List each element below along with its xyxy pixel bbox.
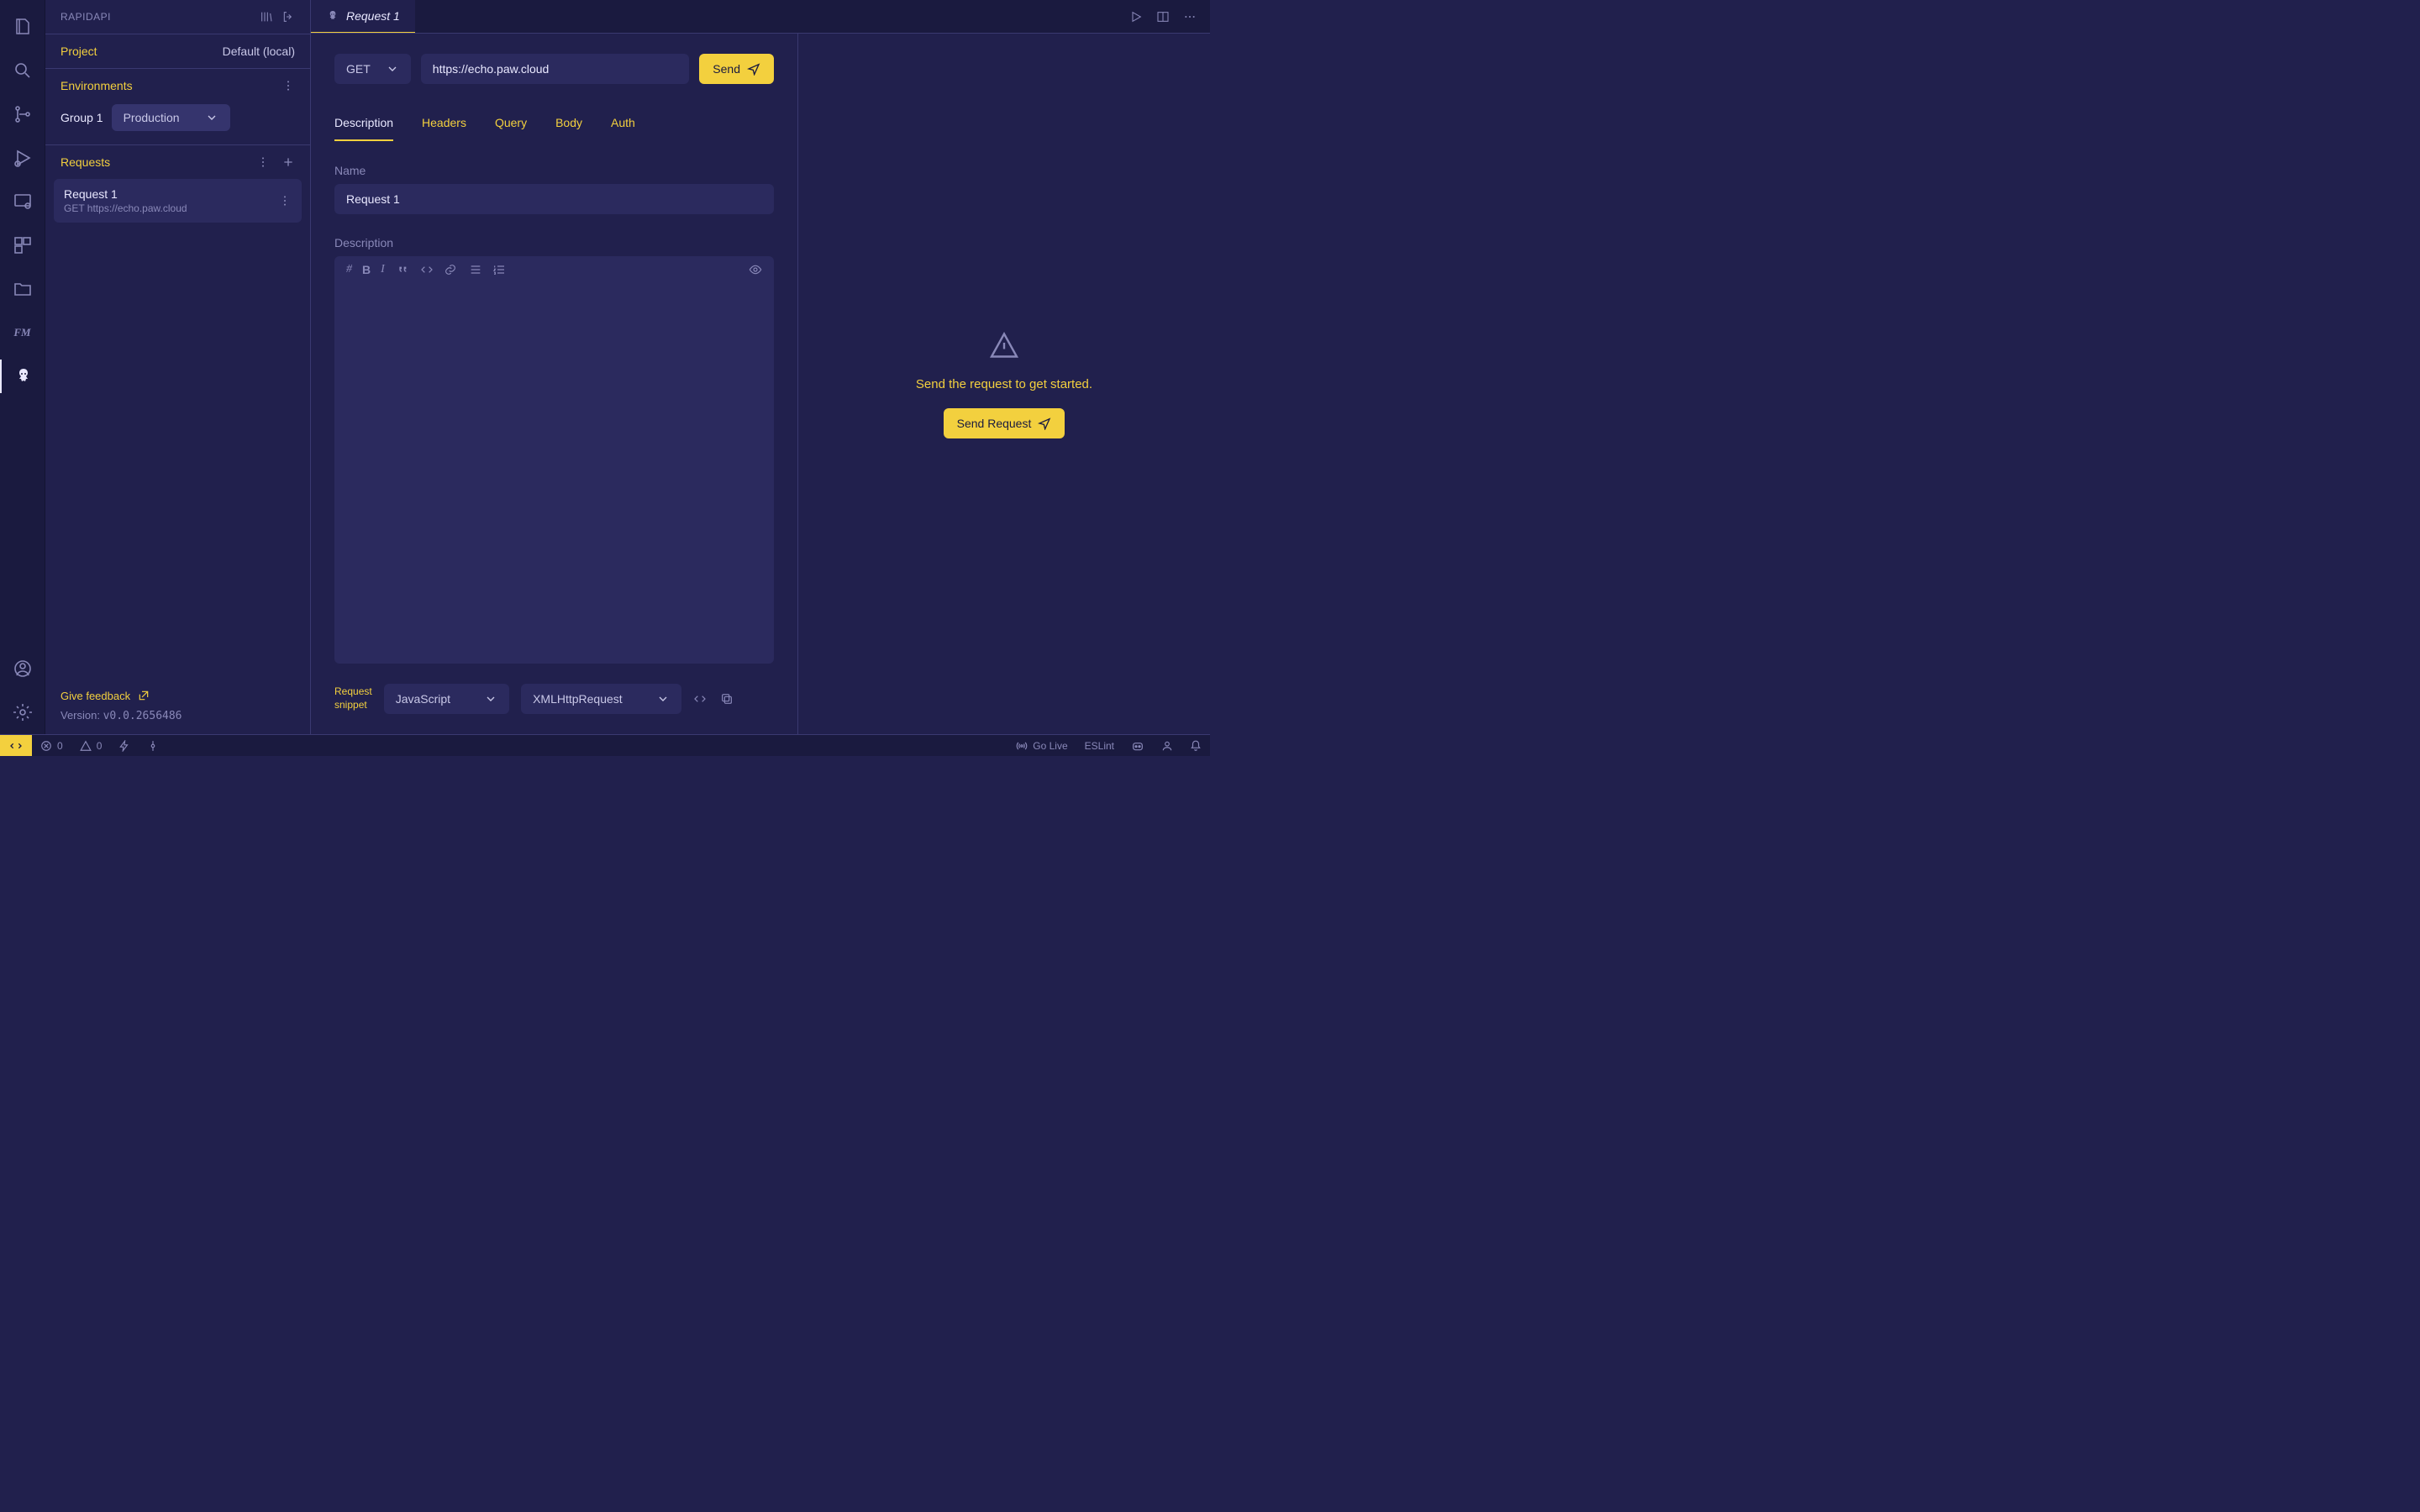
chevron-down-icon: [386, 62, 399, 76]
feedback-icon[interactable]: [1153, 740, 1181, 752]
tab-description[interactable]: Description: [334, 109, 393, 141]
status-bar: 0 0 Go Live ESLint: [0, 734, 1210, 756]
code-snippet-icon[interactable]: [693, 692, 707, 706]
numbered-list-icon[interactable]: [492, 263, 506, 276]
explorer-icon[interactable]: [8, 10, 37, 44]
heading-icon[interactable]: #: [346, 263, 352, 276]
notifications-icon[interactable]: [1181, 740, 1210, 752]
list-icon[interactable]: [469, 263, 482, 276]
request-tabs: Description Headers Query Body Auth: [334, 109, 774, 142]
request-item-title: Request 1: [64, 187, 187, 201]
exit-icon[interactable]: [281, 10, 295, 24]
environments-label: Environments: [60, 79, 133, 92]
request-item[interactable]: Request 1 GET https://echo.paw.cloud: [54, 179, 302, 223]
tab-body[interactable]: Body: [555, 109, 582, 141]
run-debug-icon[interactable]: [8, 141, 37, 175]
project-row[interactable]: Project Default (local): [45, 34, 310, 68]
env-select[interactable]: Production: [112, 104, 230, 131]
tab-auth[interactable]: Auth: [611, 109, 635, 141]
status-commit-icon[interactable]: [139, 740, 167, 752]
request-panel: GET Send Description Headers Query Body …: [311, 34, 798, 734]
italic-icon[interactable]: I: [381, 263, 385, 276]
accounts-icon[interactable]: [8, 652, 37, 685]
environments-menu-icon[interactable]: [281, 79, 295, 92]
description-toolbar: # B I: [334, 256, 774, 283]
name-input[interactable]: [334, 184, 774, 214]
add-request-icon[interactable]: [281, 155, 295, 169]
run-icon[interactable]: [1129, 10, 1143, 24]
snippet-label: Request snippet: [334, 685, 372, 711]
search-icon[interactable]: [8, 54, 37, 87]
preview-icon[interactable]: [749, 263, 762, 276]
settings-gear-icon[interactable]: [8, 696, 37, 729]
activity-bar: FM: [0, 0, 45, 734]
warning-icon: [989, 330, 1019, 360]
editor-tabs: Request 1: [311, 0, 1210, 34]
copilot-icon[interactable]: [1123, 739, 1153, 753]
requests-label: Requests: [60, 155, 110, 169]
project-label: Project: [60, 45, 97, 58]
go-live-button[interactable]: Go Live: [1007, 740, 1076, 752]
quote-icon[interactable]: [397, 263, 410, 276]
editor-tab[interactable]: Request 1: [311, 0, 415, 33]
sidebar-title: RAPIDAPI: [60, 11, 111, 23]
sidebar-panel: RAPIDAPI Project Default (local) Environ…: [45, 0, 311, 734]
more-icon[interactable]: [1183, 10, 1197, 24]
tab-title: Request 1: [346, 9, 400, 23]
extensions-icon[interactable]: [8, 228, 37, 262]
description-label: Description: [334, 236, 774, 249]
env-selected: Production: [124, 111, 180, 124]
request-item-sub: GET https://echo.paw.cloud: [64, 202, 187, 214]
method-select[interactable]: GET: [334, 54, 411, 84]
project-value: Default (local): [223, 45, 295, 58]
url-input[interactable]: [421, 54, 690, 84]
request-item-menu-icon[interactable]: [278, 194, 292, 207]
problems-warnings[interactable]: 0: [71, 740, 111, 752]
link-icon[interactable]: [444, 263, 457, 276]
tab-headers[interactable]: Headers: [422, 109, 466, 141]
response-message: Send the request to get started.: [916, 377, 1092, 391]
rapidapi-icon: [326, 9, 339, 23]
tab-query[interactable]: Query: [495, 109, 527, 141]
response-panel: Send the request to get started. Send Re…: [798, 34, 1210, 734]
snippet-lib-select[interactable]: XMLHttpRequest: [521, 684, 681, 714]
env-group[interactable]: Group 1: [60, 111, 103, 124]
remote-indicator[interactable]: [0, 735, 32, 756]
folder-icon[interactable]: [8, 272, 37, 306]
code-icon[interactable]: [420, 263, 434, 276]
rapidapi-extension-icon[interactable]: [0, 360, 45, 393]
version-label: Version: v0.0.2656486: [60, 709, 295, 722]
source-control-icon[interactable]: [8, 97, 37, 131]
send-request-button[interactable]: Send Request: [944, 408, 1065, 438]
chevron-down-icon: [205, 111, 218, 124]
library-icon[interactable]: [260, 10, 273, 24]
status-lightning-icon[interactable]: [110, 740, 139, 752]
description-textarea[interactable]: [334, 283, 774, 664]
eslint-status[interactable]: ESLint: [1076, 740, 1123, 752]
bold-icon[interactable]: B: [362, 263, 371, 276]
problems-errors[interactable]: 0: [32, 740, 71, 752]
split-editor-icon[interactable]: [1156, 10, 1170, 24]
copy-icon[interactable]: [720, 692, 734, 706]
snippet-lang-select[interactable]: JavaScript: [384, 684, 509, 714]
fm-extension-icon[interactable]: FM: [8, 316, 37, 349]
requests-menu-icon[interactable]: [256, 155, 270, 169]
send-button[interactable]: Send: [699, 54, 774, 84]
remote-explorer-icon[interactable]: [8, 185, 37, 218]
name-label: Name: [334, 164, 774, 177]
give-feedback-link[interactable]: Give feedback: [60, 689, 295, 702]
